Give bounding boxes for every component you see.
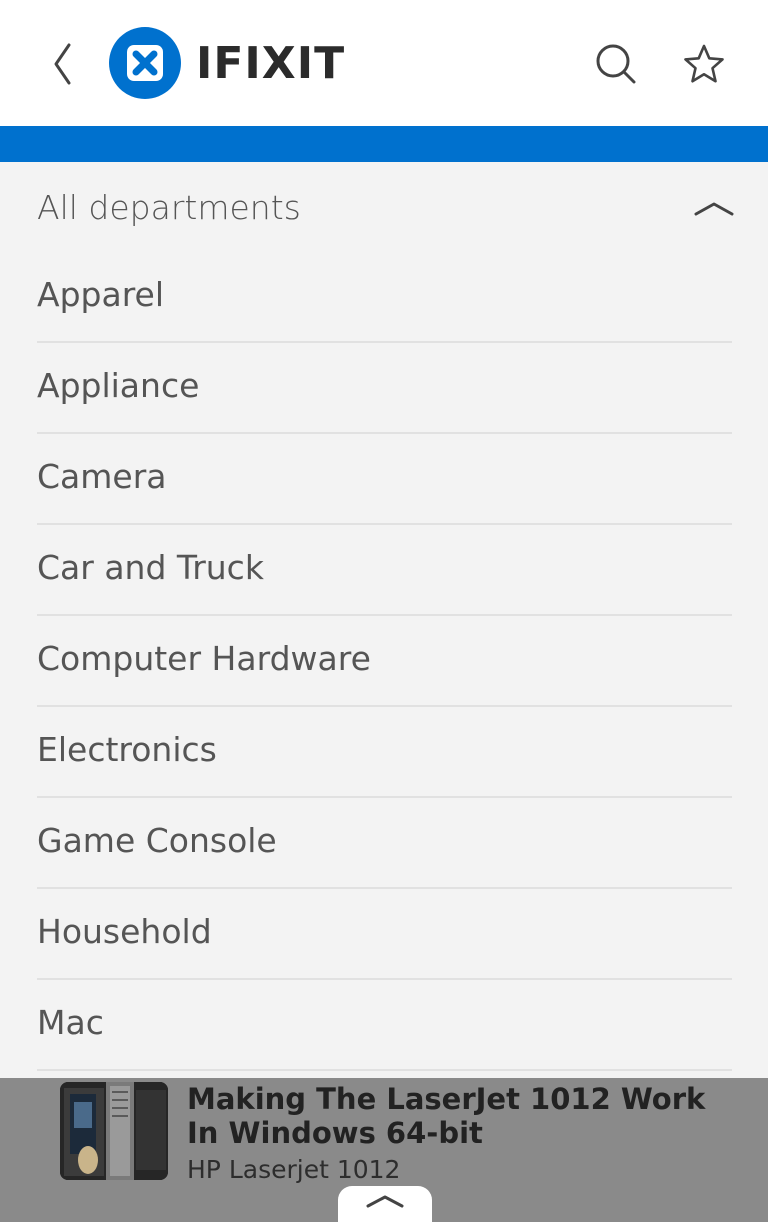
department-item-car-and-truck[interactable]: Car and Truck: [37, 525, 732, 616]
department-item-label: Mac: [37, 1003, 104, 1042]
department-item-household[interactable]: Household: [37, 889, 732, 980]
department-item-label: Appliance: [37, 366, 200, 405]
department-item-computer-hardware[interactable]: Computer Hardware: [37, 616, 732, 707]
logo-wordmark: IFIXIT: [196, 37, 346, 89]
department-item-label: Household: [37, 912, 212, 951]
department-item-mac[interactable]: Mac: [37, 980, 732, 1071]
ifixit-logo-icon: [109, 27, 181, 99]
guide-title[interactable]: Making The LaserJet 1012 Work In Windows…: [187, 1082, 727, 1150]
brand-bar: [0, 126, 768, 162]
departments-dropdown-label: All departments: [37, 188, 301, 227]
department-item-appliance[interactable]: Appliance: [37, 343, 732, 434]
departments-list: Apparel Appliance Camera Car and Truck C…: [37, 252, 732, 1071]
department-item-label: Electronics: [37, 730, 217, 769]
favorite-button[interactable]: [680, 38, 728, 90]
chevron-up-icon: [694, 202, 734, 216]
guide-device: HP Laserjet 1012: [187, 1155, 401, 1184]
department-item-camera[interactable]: Camera: [37, 434, 732, 525]
search-icon: [596, 44, 636, 84]
chevron-up-icon: [366, 1195, 404, 1208]
chevron-left-icon: [54, 43, 71, 85]
department-item-label: Camera: [37, 457, 167, 496]
app-header: IFIXIT: [0, 0, 768, 126]
department-item-game-console[interactable]: Game Console: [37, 798, 732, 889]
departments-dropdown: All departments Apparel Appliance Camera…: [0, 162, 768, 1078]
department-item-label: Car and Truck: [37, 548, 264, 587]
department-item-apparel[interactable]: Apparel: [37, 252, 732, 343]
guide-thumbnail[interactable]: [60, 1082, 168, 1180]
department-item-label: Apparel: [37, 275, 165, 314]
department-item-label: Computer Hardware: [37, 639, 371, 678]
ifixit-logo[interactable]: IFIXIT: [108, 27, 345, 99]
departments-dropdown-toggle[interactable]: All departments: [0, 162, 768, 252]
back-button[interactable]: [40, 36, 84, 92]
department-item-electronics[interactable]: Electronics: [37, 707, 732, 798]
search-button[interactable]: [592, 38, 640, 90]
expand-panel-button[interactable]: [338, 1186, 432, 1226]
star-icon: [684, 44, 724, 83]
department-item-label: Game Console: [37, 821, 277, 860]
guide-thumbnail-image: [60, 1082, 168, 1180]
